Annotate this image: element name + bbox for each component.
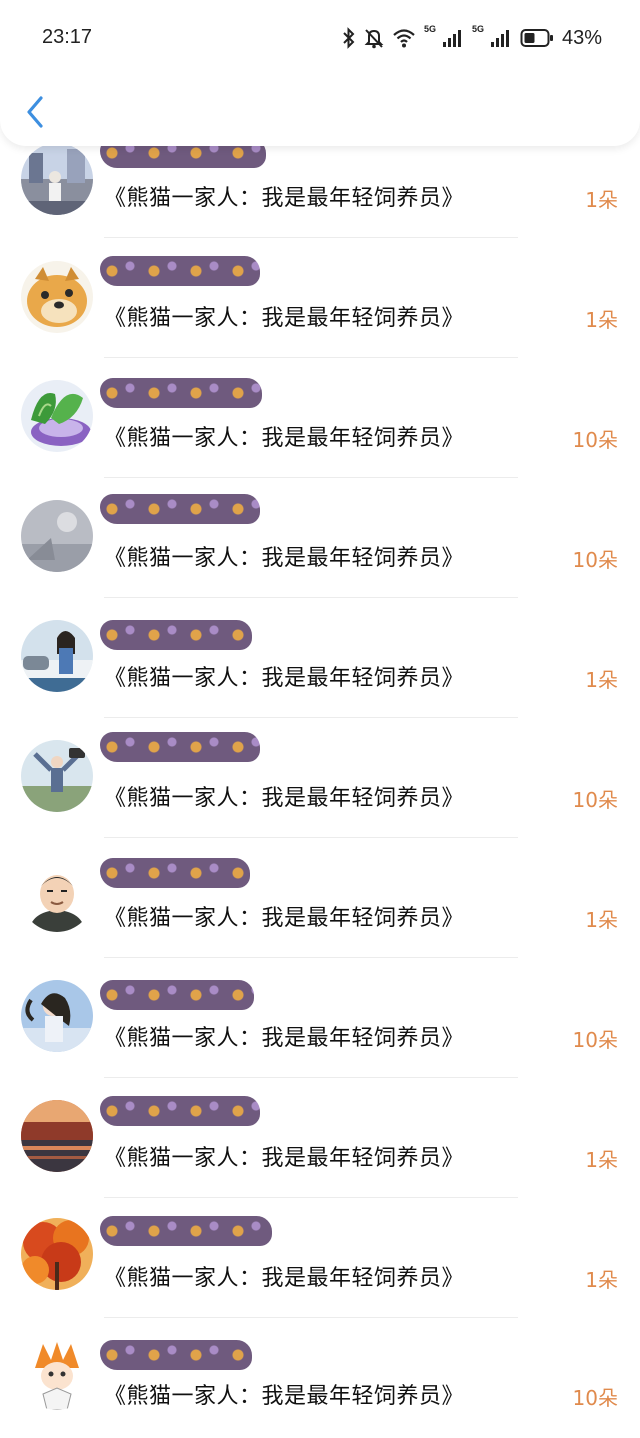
avatar[interactable] [21,143,93,215]
username-redacted [100,256,260,286]
flower-count: 10朵 [572,428,618,452]
signal-label: 5G [423,24,436,34]
list-item[interactable]: 《熊猫一家人：我是最年轻饲养员》 10朵 [0,718,640,838]
avatar[interactable] [21,1100,93,1172]
signal-label: 5G [471,24,484,34]
flower-count: 10朵 [572,548,618,572]
movie-title: 《熊猫一家人：我是最年轻饲养员》 [104,426,465,451]
movie-title: 《熊猫一家人：我是最年轻饲养员》 [104,786,465,811]
avatar[interactable] [21,860,93,932]
avatar[interactable] [21,980,93,1052]
username-redacted [100,1340,252,1370]
header [0,70,640,146]
wifi-icon [392,27,416,49]
avatar[interactable] [21,1338,93,1410]
flower-count: 10朵 [572,788,618,812]
avatar[interactable] [21,1218,93,1290]
username-redacted [100,378,262,408]
status-time: 23:17 [42,26,93,48]
list-item[interactable]: 《熊猫一家人：我是最年轻饲养员》 1朵 [0,1078,640,1198]
signal-5g-icon [490,28,512,48]
chevron-left-icon [27,96,43,128]
list-item[interactable]: 《熊猫一家人：我是最年轻饲养员》 10朵 [0,1318,640,1438]
list-item[interactable]: 《熊猫一家人：我是最年轻饲养员》 1朵 [0,838,640,958]
username-redacted [100,732,260,762]
battery-icon [520,28,554,48]
username-redacted [100,1096,260,1126]
username-redacted [100,980,254,1010]
list-item[interactable]: 《熊猫一家人：我是最年轻饲养员》 10朵 [0,478,640,598]
list-item[interactable]: 《熊猫一家人：我是最年轻饲养员》 10朵 [0,958,640,1078]
signal-5g-icon [442,28,464,48]
status-bar: 23:17 5G 5G 43% [0,0,640,78]
movie-title: 《熊猫一家人：我是最年轻饲养员》 [104,1384,465,1409]
mute-icon [364,27,384,49]
list-item[interactable]: 《熊猫一家人：我是最年轻饲养员》 1朵 [0,598,640,718]
battery-percent: 43% [561,26,602,49]
avatar[interactable] [21,261,93,333]
flower-count: 1朵 [585,1148,618,1172]
movie-title: 《熊猫一家人：我是最年轻饲养员》 [104,1146,465,1171]
username-redacted [100,858,250,888]
movie-title: 《熊猫一家人：我是最年轻饲养员》 [104,906,465,931]
back-button[interactable] [20,92,50,132]
list-item[interactable]: 《熊猫一家人：我是最年轻饲养员》 1朵 [0,1198,640,1318]
username-redacted [100,494,260,524]
movie-title: 《熊猫一家人：我是最年轻饲养员》 [104,666,465,691]
flower-count: 1朵 [585,308,618,332]
movie-title: 《熊猫一家人：我是最年轻饲养员》 [104,186,465,211]
avatar[interactable] [21,740,93,812]
movie-title: 《熊猫一家人：我是最年轻饲养员》 [104,546,465,571]
flower-count: 1朵 [585,1268,618,1292]
movie-title: 《熊猫一家人：我是最年轻饲养员》 [104,1026,465,1051]
flower-count: 1朵 [585,668,618,692]
movie-title: 《熊猫一家人：我是最年轻饲养员》 [104,1266,465,1291]
username-redacted [100,1216,272,1246]
flower-count: 10朵 [572,1028,618,1052]
movie-title: 《熊猫一家人：我是最年轻饲养员》 [104,306,465,331]
flower-count: 1朵 [585,188,618,212]
list-item[interactable]: 《熊猫一家人：我是最年轻饲养员》 1朵 [0,238,640,358]
avatar[interactable] [21,500,93,572]
avatar[interactable] [21,380,93,452]
flower-count: 10朵 [572,1386,618,1410]
bluetooth-icon [342,27,356,49]
status-icons: 5G 5G 43% [342,24,602,52]
avatar[interactable] [21,620,93,692]
username-redacted [100,620,252,650]
list-item[interactable]: 《熊猫一家人：我是最年轻饲养员》 10朵 [0,358,640,478]
flower-count: 1朵 [585,908,618,932]
